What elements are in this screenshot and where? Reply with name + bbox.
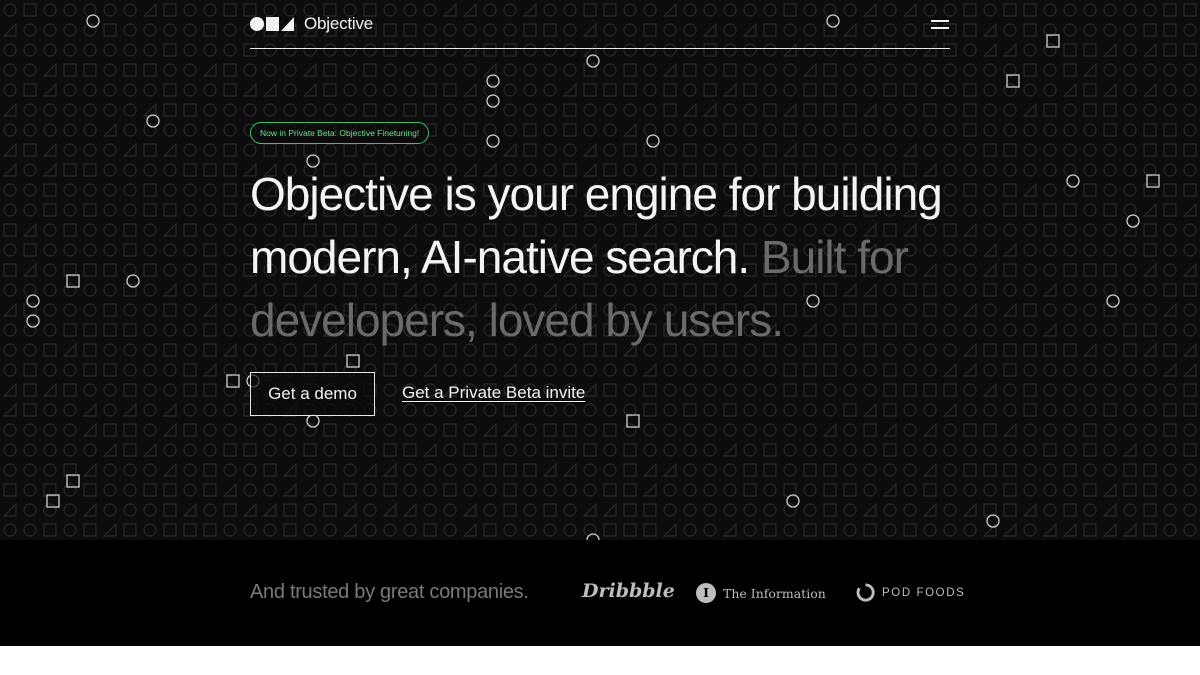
the-information-icon: I <box>696 583 716 603</box>
hamburger-menu-icon[interactable] <box>930 14 950 34</box>
dribbble-logo: Dribbble <box>582 580 675 602</box>
trusted-by-text: And trusted by great companies. <box>250 581 529 603</box>
private-beta-invite-link[interactable]: Get a Private Beta invite <box>402 383 585 403</box>
private-beta-badge[interactable]: Now in Private Beta: Objective Finetunin… <box>250 122 430 144</box>
logo-link[interactable]: Objective <box>250 12 373 36</box>
trusted-by-section: And trusted by great companies. Dribbble… <box>0 540 1200 646</box>
pod-foods-ring-icon <box>856 583 875 602</box>
hero-headline: Objective is your engine for building mo… <box>250 163 970 352</box>
logo-mark-icon <box>250 17 294 31</box>
hero-section: Objective Now in Private Beta: Objective… <box>0 0 1200 540</box>
pod-foods-wordmark: POD FOODS <box>882 586 966 599</box>
site-header: Objective <box>250 12 950 49</box>
the-information-logo: I The Information <box>696 583 826 603</box>
pod-foods-logo: POD FOODS <box>856 583 965 602</box>
the-information-wordmark: The Information <box>723 585 826 601</box>
the-information-mark: I <box>703 586 709 600</box>
logo-wordmark: Objective <box>304 14 374 33</box>
get-demo-button[interactable]: Get a demo <box>250 372 375 416</box>
